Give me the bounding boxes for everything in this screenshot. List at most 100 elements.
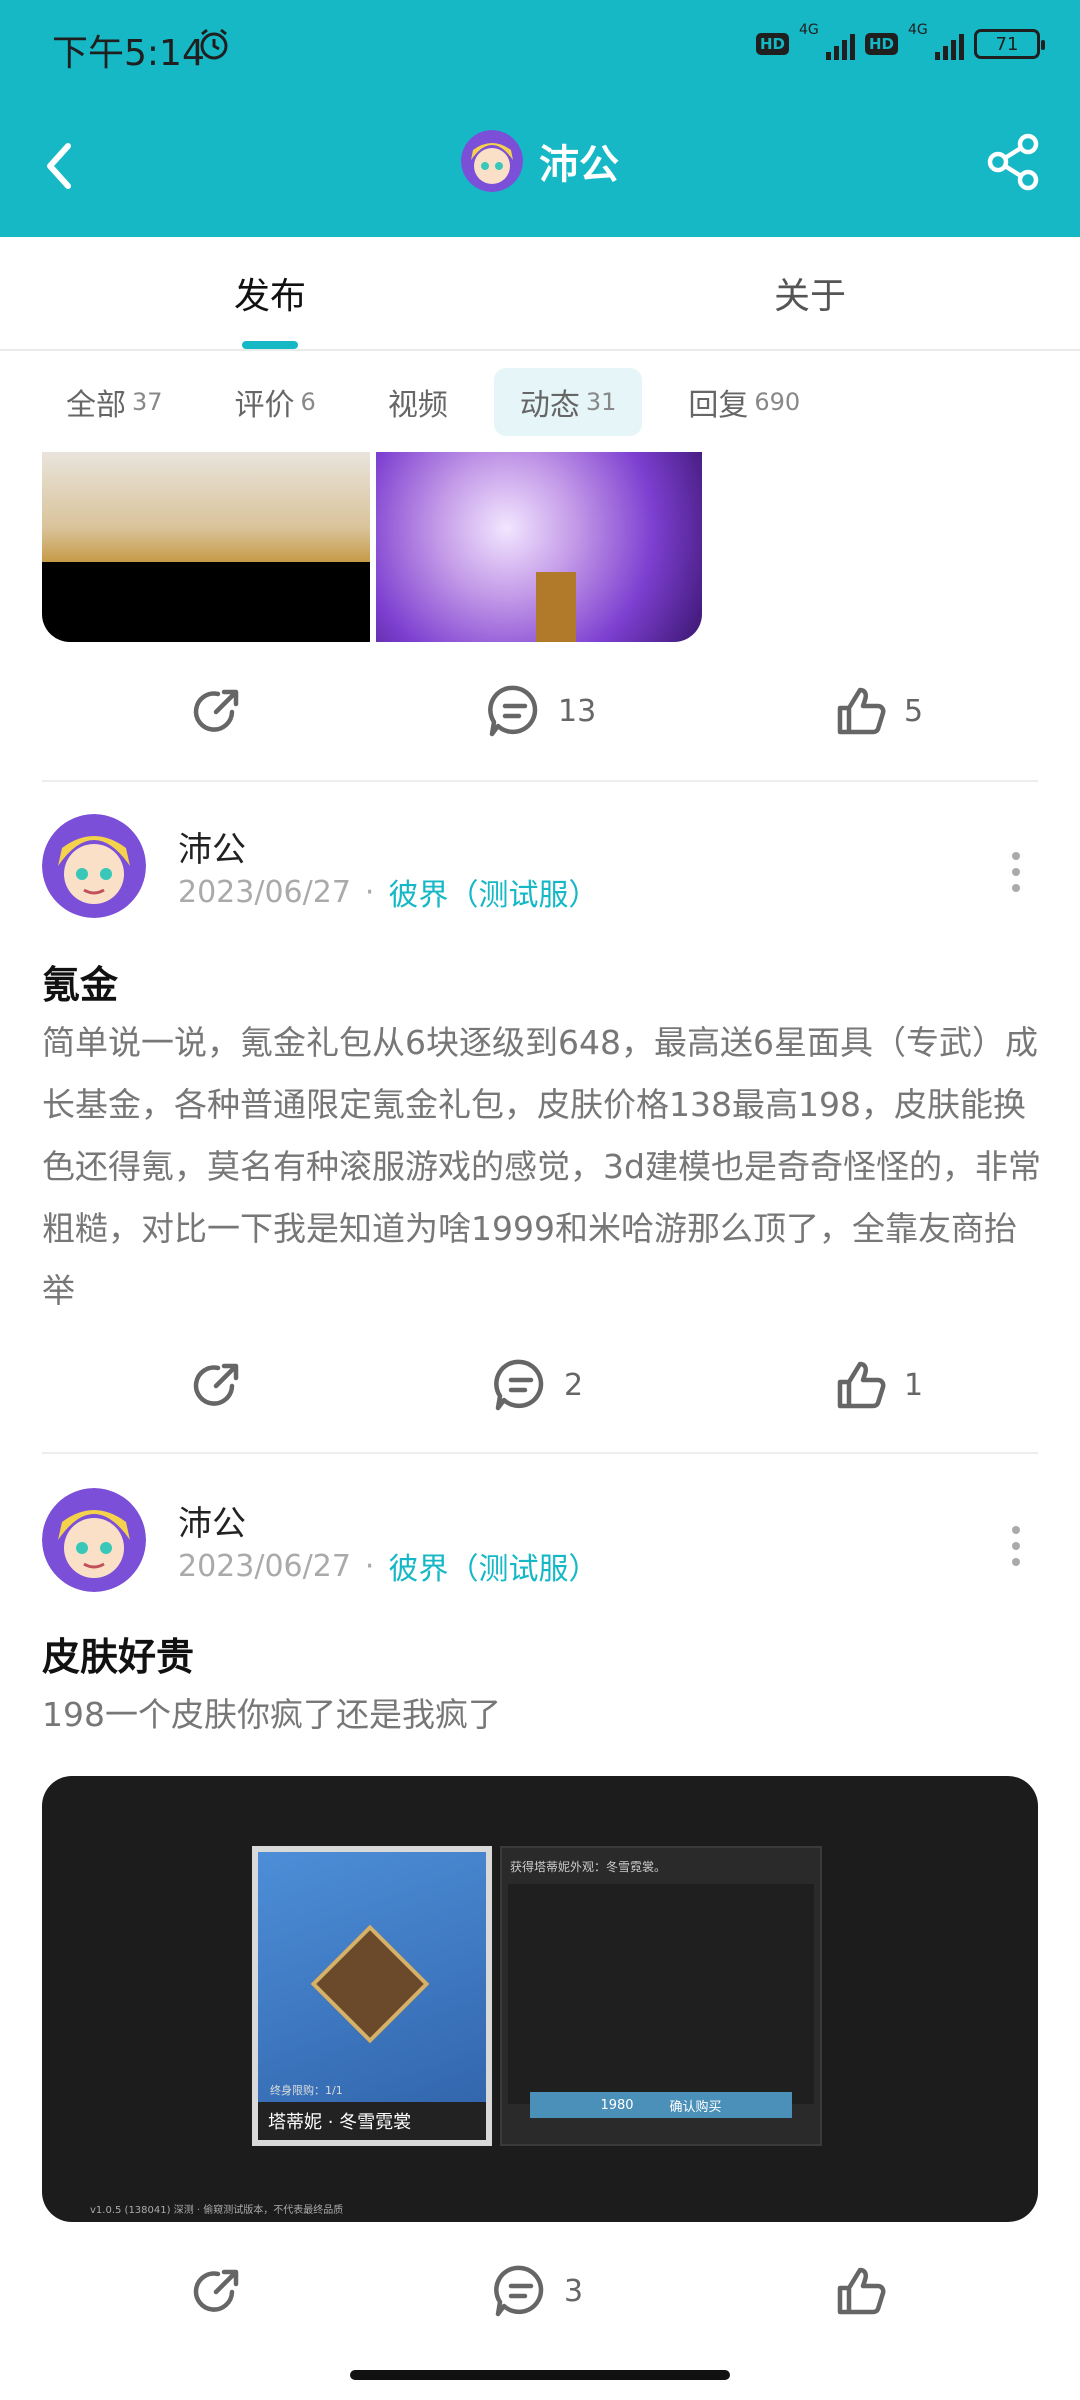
network-type: 4G: [908, 22, 928, 38]
subtab-moments[interactable]: 动态 31: [493, 368, 643, 436]
alarm-icon: [200, 28, 228, 60]
skin-card: 终身限购：1/1 塔蒂妮 · 冬雪霓裳: [252, 1846, 492, 2146]
tab-publish[interactable]: 发布: [0, 237, 540, 349]
thumbs-up-icon: [837, 2267, 886, 2315]
avatar[interactable]: [42, 814, 146, 918]
sub-tabs: 全部 37 评价 6 视频 动态 31 回复 690: [0, 352, 1080, 452]
comment-button[interactable]: 3: [492, 2246, 583, 2336]
more-icon[interactable]: [1010, 850, 1022, 894]
network-type: 4G: [798, 22, 819, 38]
hd-badge: HD: [755, 33, 789, 55]
post-actions: 13 5: [0, 666, 1080, 756]
post-image[interactable]: 终身限购：1/1 塔蒂妮 · 冬雪霓裳 获得塔蒂妮外观：冬雪霓裳。 1980 确…: [42, 1776, 1038, 2222]
purchase-panel: 获得塔蒂妮外观：冬雪霓裳。 1980 确认购买: [500, 1846, 822, 2146]
subtab-label: 回复: [688, 388, 749, 423]
skin-gem-icon: [310, 1924, 430, 2044]
like-count: 1: [904, 1367, 924, 1403]
meta-separator: ·: [364, 1548, 375, 1584]
game-link[interactable]: 彼界（测试服）: [388, 1544, 598, 1588]
subtab-count: 690: [754, 388, 801, 416]
comment-count: 13: [558, 693, 597, 729]
divider: [42, 1452, 1038, 1454]
post-image[interactable]: [376, 452, 702, 642]
like-button[interactable]: [832, 2246, 890, 2336]
title-bar: 沛公: [0, 110, 1080, 220]
post-meta: 2023/06/27 · 彼界（测试服）: [178, 1544, 598, 1588]
header: 下午5:14 HD 4G HD 4G 71 沛公: [0, 0, 1080, 237]
thumbs-up-icon: [837, 1361, 886, 1409]
status-indicators: HD 4G HD 4G 71: [755, 22, 1045, 60]
post-date: 2023/06/27: [178, 1548, 351, 1584]
purchase-panel-body: [508, 1884, 814, 2104]
subtab-videos[interactable]: 视频: [362, 368, 474, 436]
more-icon[interactable]: [1010, 1524, 1022, 1568]
price: 1980: [600, 2097, 634, 2113]
comment-icon: [494, 2265, 544, 2317]
page-title: 沛公: [539, 142, 619, 188]
post-body[interactable]: 简单说一说，氪金礼包从6块逐级到648，最高送6星面具（专武）成长基金，各种普通…: [42, 1012, 1042, 1322]
subtab-count: 31: [585, 388, 617, 416]
avatar[interactable]: [42, 1488, 146, 1592]
subtab-count: 37: [132, 388, 163, 416]
like-button[interactable]: 1: [832, 1340, 923, 1430]
profile-title: 沛公: [0, 130, 1080, 192]
subtab-replies[interactable]: 回复 690: [662, 368, 826, 436]
feed: 13 5 沛公 2023/06/27 · 彼界（测试服） 氪金 简单说一说，氪金…: [0, 452, 1080, 2400]
subtab-reviews[interactable]: 评价 6: [209, 368, 342, 436]
signal-icon: 4G: [799, 22, 855, 60]
version-text: v1.0.5 (138041) 深测 · 偷窥测试版本，不代表最终品质: [90, 2205, 344, 2216]
battery-icon: 71: [974, 29, 1045, 59]
like-count: 5: [904, 693, 924, 729]
share-icon[interactable]: [986, 132, 1040, 192]
subtab-count: 6: [300, 388, 316, 416]
main-tabs: 发布 关于: [0, 237, 1080, 351]
game-link[interactable]: 彼界（测试服）: [388, 870, 598, 914]
hd-badge: HD: [864, 33, 898, 55]
thumbs-up-icon: [837, 687, 886, 735]
post-title[interactable]: 皮肤好贵: [42, 1626, 194, 1681]
share-button[interactable]: [188, 666, 246, 756]
author-name[interactable]: 沛公: [178, 822, 246, 871]
post-image[interactable]: [42, 452, 370, 642]
subtab-label: 评价: [234, 388, 295, 423]
post-meta: 2023/06/27 · 彼界（测试服）: [178, 870, 598, 914]
repost-icon: [193, 2269, 239, 2312]
post-date: 2023/06/27: [178, 874, 351, 910]
like-button[interactable]: 5: [832, 666, 923, 756]
home-indicator[interactable]: [350, 2370, 730, 2380]
post-actions: 3: [0, 2246, 1080, 2336]
comment-count: 2: [564, 1367, 584, 1403]
post-image-grid: [42, 452, 702, 642]
subtab-label: 全部: [66, 388, 126, 423]
purchase-limit: 终身限购：1/1: [270, 2084, 343, 2097]
status-time: 下午5:14: [52, 33, 205, 74]
repost-icon: [193, 689, 239, 732]
share-button[interactable]: [188, 2246, 246, 2336]
author-name[interactable]: 沛公: [178, 1496, 246, 1545]
purchase-desc: 获得塔蒂妮外观：冬雪霓裳。: [510, 1860, 667, 1874]
divider: [42, 780, 1038, 782]
comment-icon: [494, 1359, 544, 1411]
tab-about[interactable]: 关于: [540, 237, 1080, 349]
signal-icon: 4G: [908, 22, 964, 60]
meta-separator: ·: [364, 874, 375, 910]
comment-button[interactable]: 2: [492, 1340, 583, 1430]
post-title[interactable]: 氪金: [42, 954, 118, 1009]
buy-label: 确认购买: [669, 2099, 722, 2115]
comment-button[interactable]: 13: [486, 666, 596, 756]
comment-count: 3: [564, 2273, 584, 2309]
avatar[interactable]: [461, 130, 523, 192]
post-actions: 2 1: [0, 1340, 1080, 1430]
status-bar: 下午5:14 HD 4G HD 4G 71: [0, 0, 1080, 92]
buy-bar: 1980 确认购买: [530, 2092, 792, 2118]
skin-card-art: 终身限购：1/1 塔蒂妮 · 冬雪霓裳: [258, 1852, 486, 2140]
share-button[interactable]: [188, 1340, 246, 1430]
subtab-label: 视频: [387, 388, 448, 423]
battery-level: 71: [995, 33, 1019, 55]
comment-icon: [488, 685, 538, 737]
repost-icon: [193, 1363, 239, 1406]
skin-name: 塔蒂妮 · 冬雪霓裳: [258, 2102, 486, 2140]
subtab-all[interactable]: 全部 37: [40, 368, 189, 436]
post-body[interactable]: 198一个皮肤你疯了还是我疯了: [42, 1684, 1042, 1746]
subtab-label: 动态: [519, 388, 580, 423]
